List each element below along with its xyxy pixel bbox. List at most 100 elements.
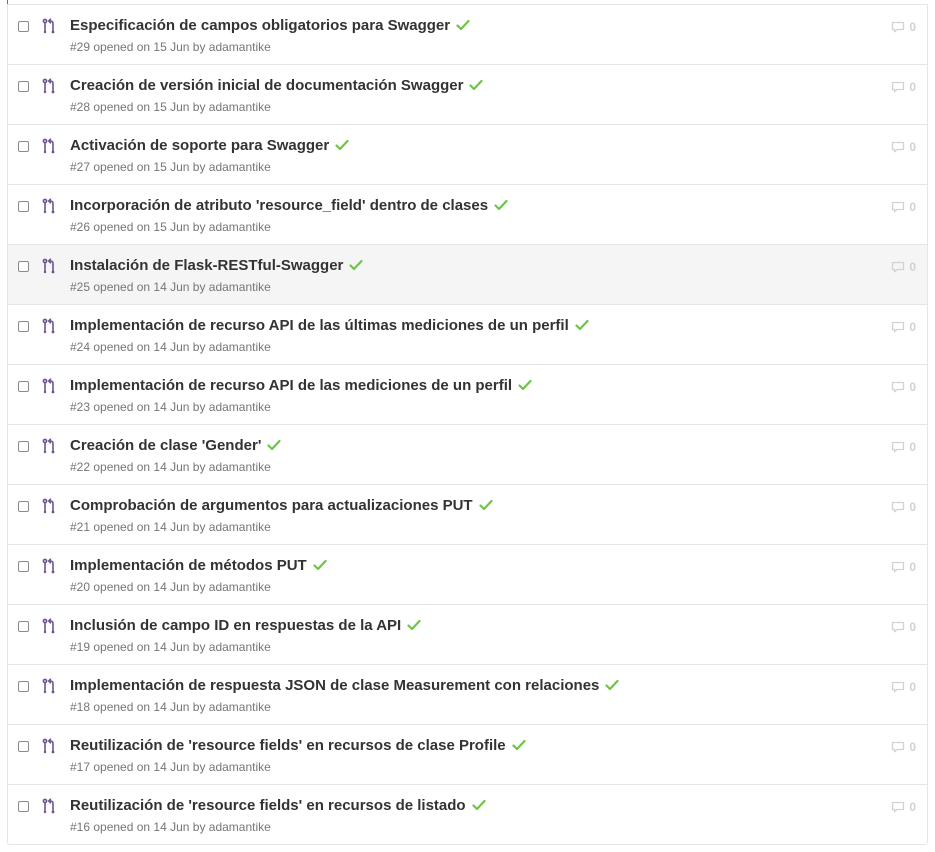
pull-request-row[interactable]: Inclusión de campo ID en respuestas de l… — [8, 604, 927, 664]
select-checkbox[interactable] — [18, 501, 29, 512]
pull-request-meta: #27 opened on 15 Jun by adamantike — [70, 160, 271, 174]
comment-icon — [892, 801, 905, 813]
comment-count: 0 — [909, 740, 916, 754]
comment-count: 0 — [909, 260, 916, 274]
comment-icon — [892, 381, 905, 393]
git-pull-request-icon — [42, 738, 55, 754]
pull-request-row[interactable]: Reutilización de 'resource fields' en re… — [8, 784, 927, 844]
git-pull-request-icon — [42, 678, 55, 694]
git-pull-request-icon — [42, 498, 55, 514]
check-icon — [605, 679, 619, 691]
comments-link[interactable]: 0 — [891, 20, 916, 34]
comments-link[interactable]: 0 — [891, 500, 916, 514]
pull-request-title[interactable]: Implementación de respuesta JSON de clas… — [70, 677, 599, 694]
select-checkbox[interactable] — [18, 201, 29, 212]
pull-request-title[interactable]: Comprobación de argumentos para actualiz… — [70, 497, 473, 514]
select-checkbox[interactable] — [18, 441, 29, 452]
check-icon — [518, 379, 532, 391]
pull-request-meta: #16 opened on 14 Jun by adamantike — [70, 820, 271, 834]
comments-link[interactable]: 0 — [891, 80, 916, 94]
pull-request-title[interactable]: Instalación de Flask-RESTful-Swagger — [70, 257, 343, 274]
select-checkbox[interactable] — [18, 21, 29, 32]
pull-request-title[interactable]: Incorporación de atributo 'resource_fiel… — [70, 197, 488, 214]
pull-request-row[interactable]: Creación de clase 'Gender' #22 opened on… — [8, 424, 927, 484]
pull-request-title[interactable]: Reutilización de 'resource fields' en re… — [70, 737, 506, 754]
pull-request-title[interactable]: Creación de clase 'Gender' — [70, 437, 261, 454]
check-icon — [313, 559, 327, 571]
git-pull-request-icon — [42, 378, 55, 394]
comment-icon — [892, 201, 905, 213]
comment-icon — [892, 261, 905, 273]
check-icon — [575, 319, 589, 331]
comment-icon — [892, 141, 905, 153]
pull-request-row[interactable]: Implementación de respuesta JSON de clas… — [8, 664, 927, 724]
select-checkbox[interactable] — [18, 741, 29, 752]
git-pull-request-icon — [42, 438, 55, 454]
pull-request-title[interactable]: Implementación de recurso API de las med… — [70, 377, 512, 394]
comment-count: 0 — [909, 200, 916, 214]
pull-request-row[interactable]: Implementación de recurso API de las med… — [8, 364, 927, 424]
pull-request-title[interactable]: Especificación de campos obligatorios pa… — [70, 17, 450, 34]
comment-count: 0 — [909, 680, 916, 694]
pull-request-meta: #25 opened on 14 Jun by adamantike — [70, 280, 271, 294]
pull-request-row[interactable]: Implementación de métodos PUT #20 opened… — [8, 544, 927, 604]
pull-request-meta: #18 opened on 14 Jun by adamantike — [70, 700, 271, 714]
comment-count: 0 — [909, 500, 916, 514]
git-pull-request-icon — [42, 78, 55, 94]
pull-request-title[interactable]: Activación de soporte para Swagger — [70, 137, 329, 154]
pull-request-meta: #23 opened on 14 Jun by adamantike — [70, 400, 271, 414]
pull-request-row[interactable]: Creación de versión inicial de documenta… — [8, 64, 927, 124]
check-icon — [469, 79, 484, 91]
comment-count: 0 — [909, 20, 916, 34]
comments-link[interactable]: 0 — [891, 380, 916, 394]
pull-request-meta: #19 opened on 14 Jun by adamantike — [70, 640, 271, 654]
comments-link[interactable]: 0 — [891, 140, 916, 154]
comments-link[interactable]: 0 — [891, 440, 916, 454]
comments-link[interactable]: 0 — [891, 680, 916, 694]
select-checkbox[interactable] — [18, 81, 29, 92]
comments-link[interactable]: 0 — [891, 200, 916, 214]
check-icon — [478, 499, 493, 511]
pull-request-meta: #22 opened on 14 Jun by adamantike — [70, 460, 271, 474]
pull-request-row[interactable]: Incorporación de atributo 'resource_fiel… — [8, 184, 927, 244]
comment-icon — [892, 321, 905, 333]
comment-count: 0 — [909, 380, 916, 394]
pull-request-meta: #26 opened on 15 Jun by adamantike — [70, 220, 271, 234]
comments-link[interactable]: 0 — [891, 260, 916, 274]
pull-request-title[interactable]: Creación de versión inicial de documenta… — [70, 77, 463, 94]
git-pull-request-icon — [42, 558, 55, 574]
comment-count: 0 — [909, 140, 916, 154]
comment-icon — [892, 681, 905, 693]
comments-link[interactable]: 0 — [891, 560, 916, 574]
pull-request-title[interactable]: Implementación de métodos PUT — [70, 557, 307, 574]
pull-request-row[interactable]: Reutilización de 'resource fields' en re… — [8, 724, 927, 784]
pull-request-meta: #28 opened on 15 Jun by adamantike — [70, 100, 271, 114]
select-checkbox[interactable] — [18, 801, 29, 812]
comment-count: 0 — [909, 560, 916, 574]
pull-request-meta: #21 opened on 14 Jun by adamantike — [70, 520, 271, 534]
git-pull-request-icon — [42, 618, 55, 634]
check-icon — [494, 199, 508, 211]
pull-request-row[interactable]: Especificación de campos obligatorios pa… — [8, 4, 927, 64]
select-checkbox[interactable] — [18, 621, 29, 632]
select-checkbox[interactable] — [18, 561, 29, 572]
comments-link[interactable]: 0 — [891, 620, 916, 634]
pull-request-row[interactable]: Implementación de recurso API de las últ… — [8, 304, 927, 364]
pull-request-title[interactable]: Inclusión de campo ID en respuestas de l… — [70, 617, 401, 634]
pull-request-title[interactable]: Reutilización de 'resource fields' en re… — [70, 797, 466, 814]
check-icon — [267, 439, 281, 451]
comments-link[interactable]: 0 — [891, 740, 916, 754]
comment-icon — [892, 561, 905, 573]
select-checkbox[interactable] — [18, 321, 29, 332]
select-checkbox[interactable] — [18, 261, 29, 272]
pull-request-row[interactable]: Activación de soporte para Swagger #27 o… — [8, 124, 927, 184]
pull-request-row[interactable]: Instalación de Flask-RESTful-Swagger #25… — [8, 244, 927, 304]
comments-link[interactable]: 0 — [891, 800, 916, 814]
select-checkbox[interactable] — [18, 681, 29, 692]
select-checkbox[interactable] — [18, 381, 29, 392]
pull-request-title[interactable]: Implementación de recurso API de las últ… — [70, 317, 569, 334]
comments-link[interactable]: 0 — [891, 320, 916, 334]
check-icon — [407, 619, 421, 631]
select-checkbox[interactable] — [18, 141, 29, 152]
pull-request-row[interactable]: Comprobación de argumentos para actualiz… — [8, 484, 927, 544]
